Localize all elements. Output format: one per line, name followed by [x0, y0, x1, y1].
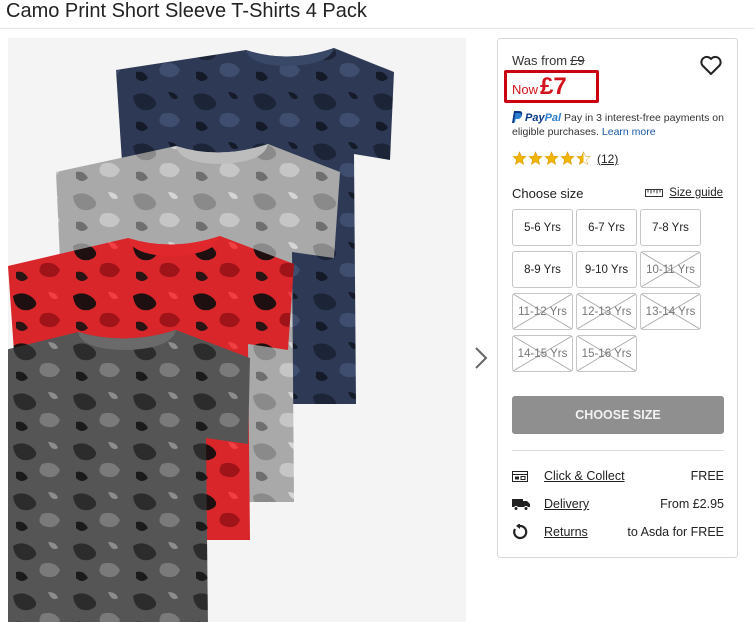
paypal-message: PayPal Pay in 3 interest-free payments o… — [512, 111, 734, 139]
returns-link[interactable]: Returns — [544, 525, 588, 539]
heart-icon[interactable] — [699, 53, 723, 77]
was-price-line: Was from £9 — [512, 53, 585, 68]
now-price: £7 — [540, 73, 567, 100]
size-option[interactable]: 5-6 Yrs — [512, 209, 573, 246]
now-label: Now — [512, 82, 539, 97]
click-collect-value: FREE — [690, 469, 724, 483]
star-half-icon — [576, 151, 591, 165]
size-guide-link[interactable]: Size guide — [645, 187, 723, 199]
size-option-unavailable[interactable]: 14-15 Yrs — [512, 335, 573, 372]
was-label: Was from — [512, 53, 568, 68]
returns-value: to Asda for FREE — [627, 525, 724, 539]
purchase-panel: Was from £9 Now£7 PayPal Pay in 3 interes… — [497, 38, 738, 558]
size-option[interactable]: 6-7 Yrs — [576, 209, 637, 246]
star-icon — [544, 151, 559, 165]
paypal-logo: PayPal — [525, 112, 562, 124]
click-collect-link[interactable]: Click & Collect — [544, 469, 625, 483]
star-rating[interactable]: (12) — [512, 151, 618, 166]
chevron-right-icon[interactable] — [470, 342, 492, 374]
was-price: £9 — [570, 53, 585, 68]
returns-icon — [512, 524, 530, 540]
star-icon — [560, 151, 575, 165]
size-option-unavailable[interactable]: 12-13 Yrs — [576, 293, 637, 330]
paypal-icon — [512, 111, 523, 123]
size-option[interactable]: 8-9 Yrs — [512, 251, 573, 288]
product-title: Camo Print Short Sleeve T-Shirts 4 Pack — [6, 0, 367, 22]
delivery-truck-icon — [512, 496, 530, 512]
size-option-unavailable[interactable]: 11-12 Yrs — [512, 293, 573, 330]
click-collect-icon — [512, 468, 530, 484]
size-option[interactable]: 9-10 Yrs — [576, 251, 637, 288]
choose-size-heading: Choose size — [512, 186, 584, 201]
star-icon — [528, 151, 543, 165]
panel-divider — [512, 450, 724, 451]
learn-more-link[interactable]: Learn more — [602, 126, 656, 138]
choose-size-button[interactable]: CHOOSE SIZE — [512, 396, 724, 434]
size-option-unavailable[interactable]: 15-16 Yrs — [576, 335, 637, 372]
delivery-link[interactable]: Delivery — [544, 497, 589, 511]
delivery-row: Delivery From £2.95 — [512, 494, 724, 514]
size-options: 5-6 Yrs 6-7 Yrs 7-8 Yrs 8-9 Yrs 9-10 Yrs… — [512, 209, 702, 372]
ruler-icon — [645, 189, 664, 197]
now-price-line: Now£7 — [512, 73, 567, 101]
size-option-unavailable[interactable]: 13-14 Yrs — [640, 293, 701, 330]
delivery-value: From £2.95 — [660, 497, 724, 511]
returns-row: Returns to Asda for FREE — [512, 522, 724, 542]
product-image[interactable] — [8, 38, 466, 622]
title-divider — [0, 28, 754, 29]
size-option[interactable]: 7-8 Yrs — [640, 209, 701, 246]
review-count[interactable]: (12) — [597, 152, 618, 166]
star-icon — [512, 151, 527, 165]
click-collect-row: Click & Collect FREE — [512, 466, 724, 486]
size-option-unavailable[interactable]: 10-11 Yrs — [640, 251, 701, 288]
